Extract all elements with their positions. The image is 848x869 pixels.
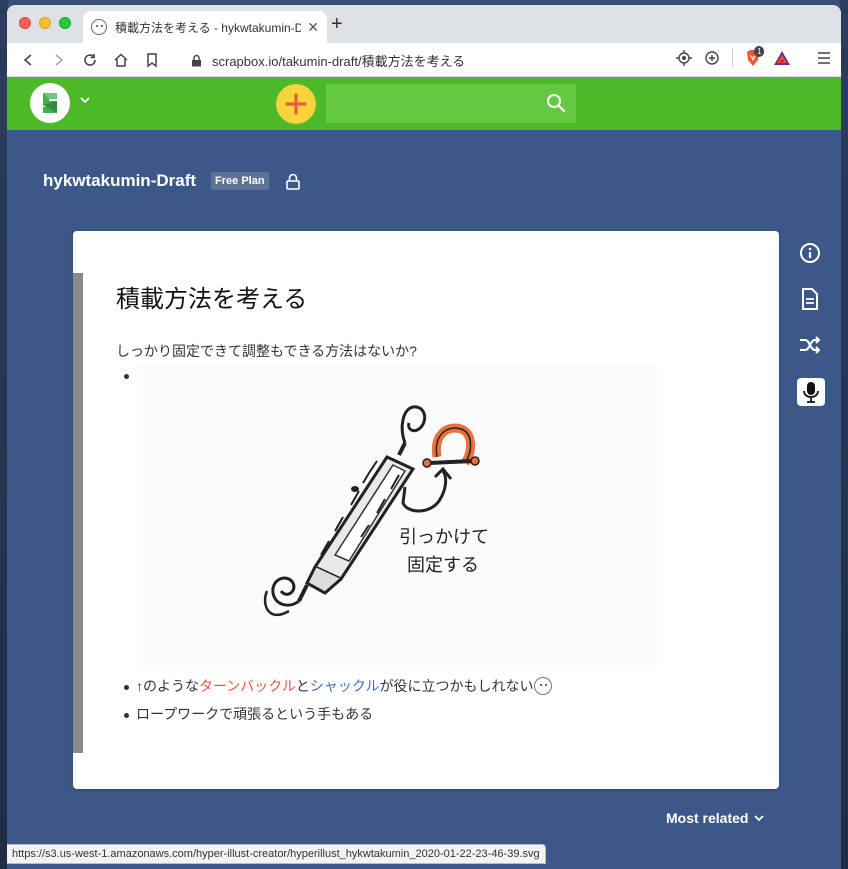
scrapbox-logo-button[interactable]: [30, 83, 70, 123]
list-item[interactable]: ↑のような ターンバックル と シャックル が役に立つかもしれない: [136, 676, 553, 696]
face-icon[interactable]: [534, 677, 553, 695]
most-related-label: Most related: [666, 810, 749, 826]
page-line-text[interactable]: しっかり固定できて調整もできる方法はないか?: [116, 341, 417, 361]
tab-title: 積載方法を考える - hykwtakumin-D: [115, 20, 302, 35]
new-tab-button[interactable]: +: [331, 14, 343, 34]
project-title-row: hykwtakumin-Draft Free Plan: [43, 171, 301, 191]
page-title[interactable]: 積載方法を考える: [116, 279, 307, 314]
scrapbox-header: [7, 77, 841, 130]
plan-badge[interactable]: Free Plan: [211, 172, 269, 190]
page-side-menu: [797, 240, 825, 406]
toolbar-divider: [732, 49, 733, 67]
search-box: [326, 84, 576, 123]
browser-window: 積載方法を考える - hykwtakumin-D ✕ + scrapbox.io…: [7, 5, 841, 869]
microphone-icon: [803, 382, 819, 403]
address-bar[interactable]: scrapbox.io/takumin-draft/積載方法を考える: [179, 48, 729, 72]
shuffle-icon: [800, 336, 821, 354]
chevron-down-icon: [754, 815, 765, 822]
zoom-icon[interactable]: [704, 50, 720, 66]
forward-button[interactable]: [48, 49, 70, 71]
bookmark-icon: [147, 52, 157, 67]
browser-tab[interactable]: 積載方法を考える - hykwtakumin-D ✕: [83, 11, 327, 43]
document-icon: [802, 288, 818, 310]
favicon-icon: [91, 19, 107, 35]
brave-shield-button[interactable]: 1: [745, 46, 765, 67]
tab-close-button[interactable]: ✕: [307, 19, 319, 36]
line-middle: と: [295, 678, 310, 694]
extension-button[interactable]: [797, 378, 825, 406]
lock-icon: [192, 54, 201, 66]
bullet-dot: [124, 685, 129, 690]
line-suffix: が役に立つかもしれない: [379, 678, 534, 694]
close-window-button[interactable]: [19, 17, 31, 29]
bookmark-button[interactable]: [141, 49, 163, 71]
menu-icon[interactable]: [817, 52, 831, 64]
status-bar-url: https://s3.us-west-1.amazonaws.com/hyper…: [7, 844, 546, 864]
new-page-button[interactable]: [276, 84, 316, 124]
info-icon: [800, 243, 820, 263]
plus-icon: [285, 93, 307, 115]
home-button[interactable]: [110, 49, 132, 71]
cursor-line-indicator: [73, 273, 83, 753]
minimize-window-button[interactable]: [39, 17, 51, 29]
chevron-down-icon[interactable]: [79, 95, 91, 105]
page-info-button[interactable]: [797, 240, 823, 266]
maximize-window-button[interactable]: [59, 17, 71, 29]
bat-rewards-icon[interactable]: [773, 50, 791, 66]
back-icon: [23, 53, 32, 66]
search-input[interactable]: [326, 84, 576, 123]
search-icon[interactable]: [546, 93, 566, 113]
random-page-button[interactable]: [797, 332, 823, 358]
brave-badge: 1: [754, 46, 765, 57]
page-card: 積載方法を考える しっかり固定できて調整もできる方法はないか? 引っかけて 固定…: [73, 231, 779, 789]
turnbuckle-link[interactable]: ターンバックル: [199, 676, 296, 696]
reload-icon: [84, 53, 96, 66]
shackle-link[interactable]: シャックル: [310, 676, 380, 696]
window-controls: [19, 17, 71, 29]
illust-label-2: 固定する: [407, 555, 479, 576]
url-text: scrapbox.io/takumin-draft/積載方法を考える: [212, 53, 466, 69]
browser-toolbar: scrapbox.io/takumin-draft/積載方法を考える 1: [7, 43, 841, 77]
page-text-button[interactable]: [797, 286, 823, 312]
target-icon[interactable]: [676, 50, 692, 66]
toolbar-right-icons: 1: [676, 46, 831, 67]
embedded-illustration[interactable]: 引っかけて 固定する: [137, 365, 657, 665]
scrapbox-logo-icon: [43, 93, 57, 113]
most-related-sort-button[interactable]: Most related: [666, 810, 765, 826]
bullet-dot: [124, 374, 129, 379]
back-button[interactable]: [17, 49, 39, 71]
illust-label-1: 引っかけて: [399, 527, 489, 548]
forward-icon: [55, 53, 64, 66]
turnbuckle-shackle-drawing: 引っかけて 固定する: [263, 405, 489, 617]
line-prefix: ↑のような: [136, 678, 199, 694]
tab-bar: 積載方法を考える - hykwtakumin-D ✕ +: [7, 5, 841, 43]
reload-button[interactable]: [79, 49, 101, 71]
bullet-dot: [124, 713, 129, 718]
private-lock-icon: [285, 173, 300, 190]
project-name[interactable]: hykwtakumin-Draft: [43, 171, 196, 191]
home-icon: [114, 52, 128, 67]
desktop-right-edge: [840, 0, 848, 869]
list-item[interactable]: ロープワークで頑張るという手もある: [136, 704, 373, 724]
